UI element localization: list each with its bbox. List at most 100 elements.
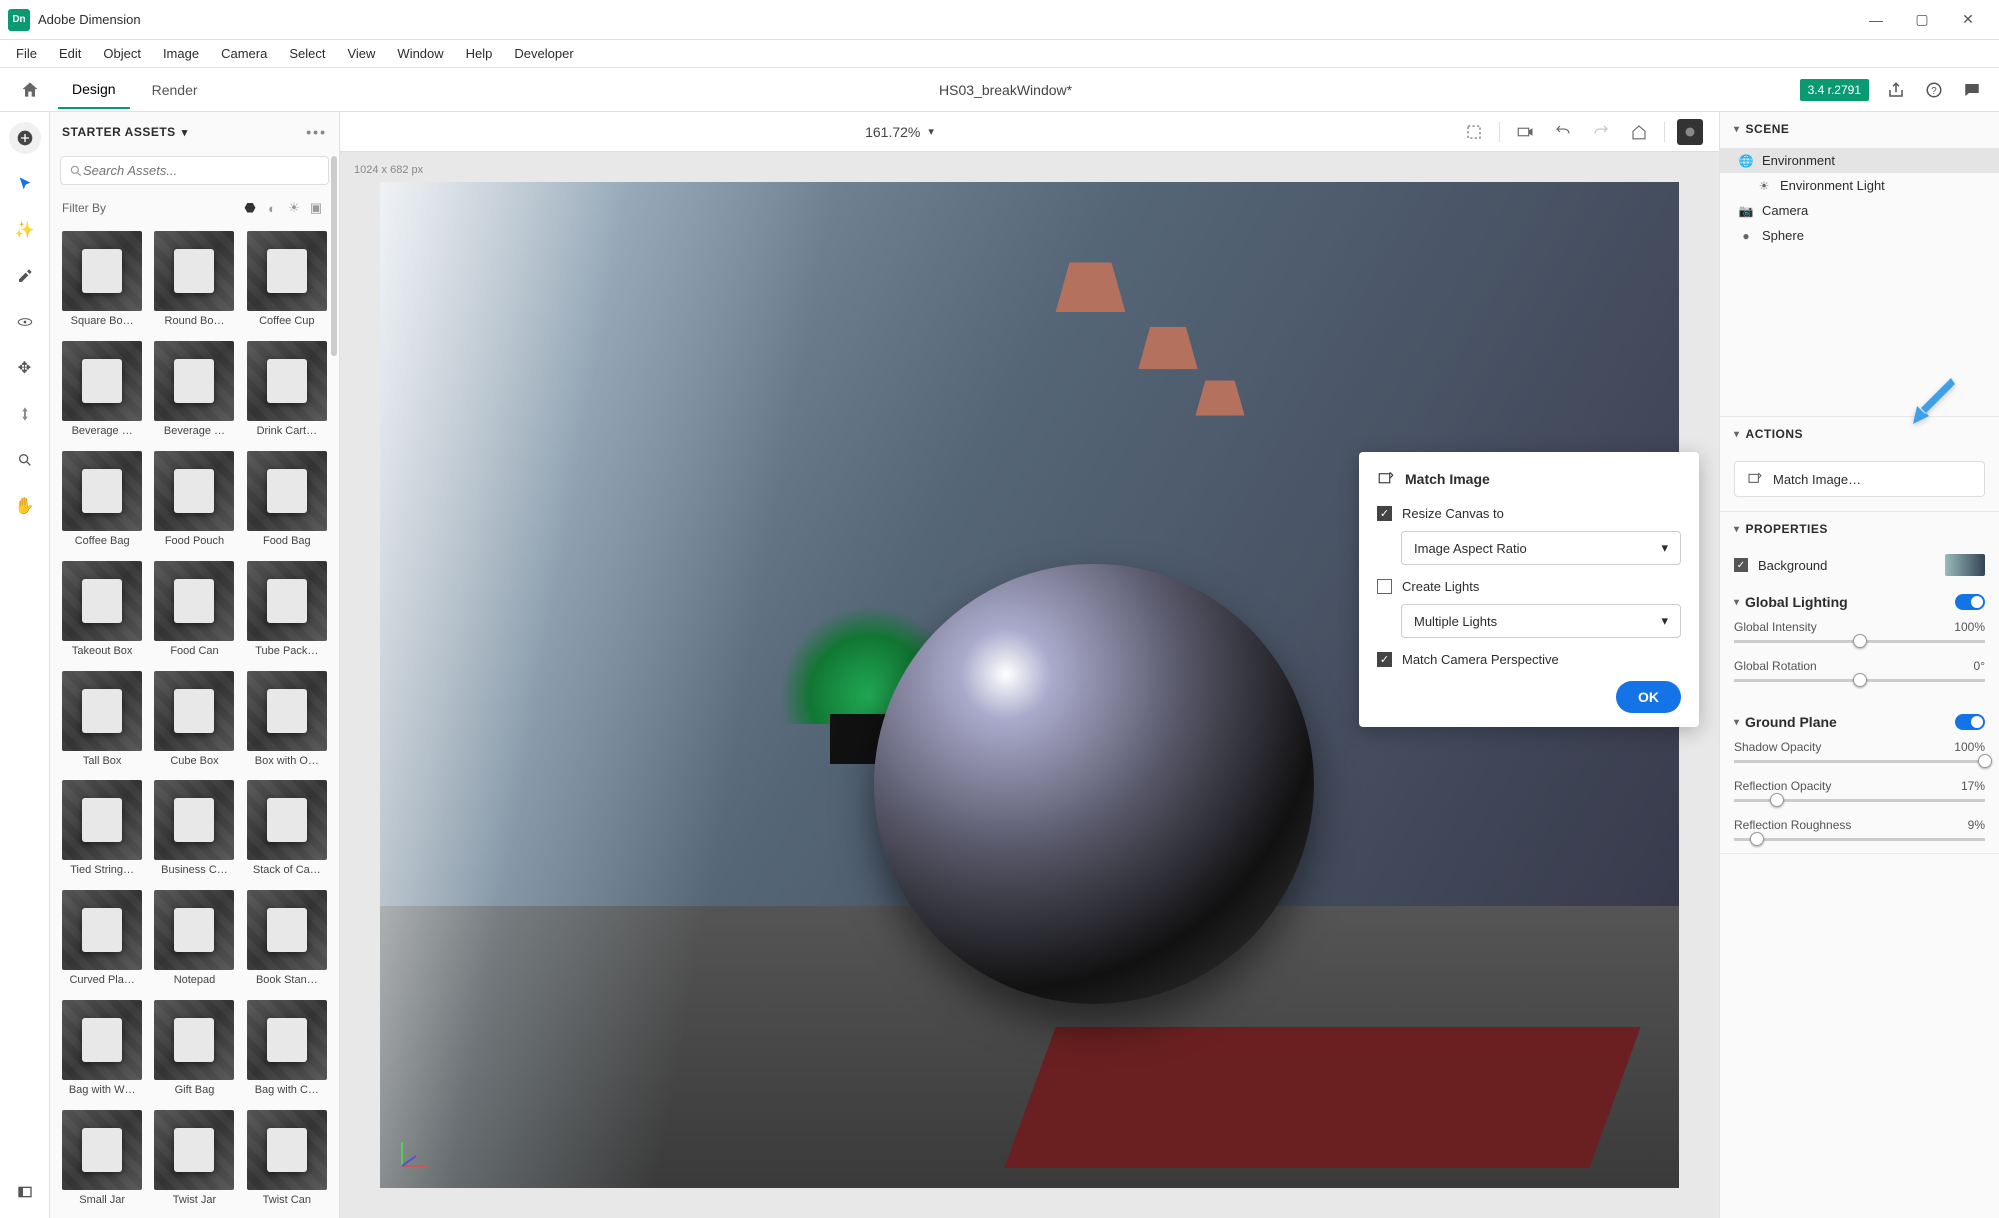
menu-select[interactable]: Select <box>279 42 335 65</box>
hand-tool[interactable]: ✋ <box>9 490 41 522</box>
asset-item[interactable]: Tube Pack… <box>245 561 329 665</box>
menu-object[interactable]: Object <box>93 42 151 65</box>
reflection-opacity-slider[interactable] <box>1734 799 1985 802</box>
scene-item[interactable]: 🌐Environment <box>1720 148 1999 173</box>
search-input[interactable] <box>83 163 320 178</box>
assets-menu-button[interactable]: ••• <box>306 124 327 140</box>
asset-item[interactable]: Square Bo… <box>60 231 144 335</box>
home-button[interactable] <box>10 72 50 108</box>
tab-design[interactable]: Design <box>58 71 130 109</box>
pan-tool[interactable]: ✥ <box>9 352 41 384</box>
asset-item[interactable]: Twist Can <box>245 1110 329 1214</box>
asset-item[interactable]: Book Stan… <box>245 890 329 994</box>
scene-header[interactable]: ▾ SCENE <box>1720 112 1999 146</box>
frame-selection-icon[interactable] <box>1461 119 1487 145</box>
assets-header[interactable]: STARTER ASSETS ▾ ••• <box>50 112 339 152</box>
panel-toggle-button[interactable] <box>9 1176 41 1208</box>
asset-item[interactable]: Takeout Box <box>60 561 144 665</box>
resize-canvas-checkbox[interactable]: ✓ <box>1377 506 1392 521</box>
share-icon[interactable] <box>1885 79 1907 101</box>
magic-wand-tool[interactable]: ✨ <box>9 214 41 246</box>
global-intensity-value[interactable]: 100% <box>1954 620 1985 634</box>
feedback-icon[interactable] <box>1961 79 1983 101</box>
asset-item[interactable]: Coffee Bag <box>60 451 144 555</box>
match-camera-checkbox[interactable]: ✓ <box>1377 652 1392 667</box>
asset-item[interactable]: Round Bo… <box>152 231 236 335</box>
menu-image[interactable]: Image <box>153 42 209 65</box>
asset-item[interactable]: Food Pouch <box>152 451 236 555</box>
asset-item[interactable]: Drink Cart… <box>245 341 329 445</box>
reflection-roughness-value[interactable]: 9% <box>1968 818 1985 832</box>
asset-item[interactable]: Stack of Ca… <box>245 780 329 884</box>
camera-bookmark-icon[interactable] <box>1512 119 1538 145</box>
canvas-viewport[interactable]: 1024 x 682 px <box>340 152 1719 1218</box>
scene-item[interactable]: ●Sphere <box>1720 223 1999 248</box>
background-thumbnail[interactable] <box>1945 554 1985 576</box>
asset-item[interactable]: Food Can <box>152 561 236 665</box>
global-rotation-slider[interactable] <box>1734 679 1985 682</box>
asset-item[interactable]: Notepad <box>152 890 236 994</box>
asset-item[interactable]: Coffee Cup <box>245 231 329 335</box>
reflection-roughness-slider[interactable] <box>1734 838 1985 841</box>
asset-item[interactable]: Gift Bag <box>152 1000 236 1104</box>
help-icon[interactable]: ? <box>1923 79 1945 101</box>
camera-redo-icon[interactable] <box>1588 119 1614 145</box>
zoom-display[interactable]: 161.72% ▾ <box>356 124 1443 140</box>
sampler-tool[interactable] <box>9 260 41 292</box>
resize-canvas-select[interactable]: Image Aspect Ratio ▾ <box>1401 531 1681 565</box>
ok-button[interactable]: OK <box>1616 681 1681 713</box>
properties-header[interactable]: ▾ PROPERTIES <box>1720 512 1999 546</box>
orbit-tool[interactable] <box>9 306 41 338</box>
add-content-button[interactable] <box>9 122 41 154</box>
asset-item[interactable]: Twist Jar <box>152 1110 236 1214</box>
asset-item[interactable]: Small Jar <box>60 1110 144 1214</box>
camera-undo-icon[interactable] <box>1550 119 1576 145</box>
global-intensity-slider[interactable] <box>1734 640 1985 643</box>
minimize-button[interactable]: — <box>1853 5 1899 35</box>
menu-file[interactable]: File <box>6 42 47 65</box>
tab-render[interactable]: Render <box>138 72 212 108</box>
asset-item[interactable]: Beverage … <box>152 341 236 445</box>
asset-item[interactable]: Box with O… <box>245 671 329 775</box>
asset-item[interactable]: Beverage … <box>60 341 144 445</box>
filter-models-icon[interactable]: ⬣ <box>239 197 261 219</box>
zoom-tool[interactable] <box>9 444 41 476</box>
menu-view[interactable]: View <box>337 42 385 65</box>
menu-developer[interactable]: Developer <box>504 42 583 65</box>
asset-item[interactable]: Cube Box <box>152 671 236 775</box>
filter-lights-icon[interactable]: ☀ <box>283 197 305 219</box>
create-lights-checkbox[interactable] <box>1377 579 1392 594</box>
asset-item[interactable]: Bag with W… <box>60 1000 144 1104</box>
shadow-opacity-value[interactable]: 100% <box>1954 740 1985 754</box>
render-preview-icon[interactable] <box>1677 119 1703 145</box>
match-image-action[interactable]: Match Image… <box>1734 461 1985 497</box>
global-rotation-value[interactable]: 0° <box>1974 659 1985 673</box>
shadow-opacity-slider[interactable] <box>1734 760 1985 763</box>
menu-camera[interactable]: Camera <box>211 42 277 65</box>
menu-window[interactable]: Window <box>387 42 453 65</box>
filter-materials-icon[interactable]: ◐ <box>261 197 283 219</box>
close-button[interactable]: ✕ <box>1945 5 1991 35</box>
menu-edit[interactable]: Edit <box>49 42 91 65</box>
reflection-opacity-value[interactable]: 17% <box>1961 779 1985 793</box>
assets-scrollbar[interactable] <box>331 156 337 356</box>
asset-item[interactable]: Tied String… <box>60 780 144 884</box>
select-tool[interactable] <box>9 168 41 200</box>
asset-item[interactable]: Business C… <box>152 780 236 884</box>
asset-item[interactable]: Curved Pla… <box>60 890 144 994</box>
background-checkbox[interactable]: ✓ <box>1734 558 1748 572</box>
create-lights-select[interactable]: Multiple Lights ▾ <box>1401 604 1681 638</box>
axis-gizmo[interactable] <box>394 1134 434 1174</box>
dolly-tool[interactable] <box>9 398 41 430</box>
camera-home-icon[interactable] <box>1626 119 1652 145</box>
asset-item[interactable]: Food Bag <box>245 451 329 555</box>
ground-plane-toggle[interactable] <box>1955 714 1985 730</box>
asset-item[interactable]: Bag with C… <box>245 1000 329 1104</box>
menu-help[interactable]: Help <box>456 42 503 65</box>
global-lighting-toggle[interactable] <box>1955 594 1985 610</box>
scene-item[interactable]: ☀Environment Light <box>1720 173 1999 198</box>
asset-item[interactable]: Tall Box <box>60 671 144 775</box>
assets-search[interactable] <box>60 156 329 185</box>
filter-images-icon[interactable]: ▣ <box>305 197 327 219</box>
maximize-button[interactable]: ▢ <box>1899 5 1945 35</box>
